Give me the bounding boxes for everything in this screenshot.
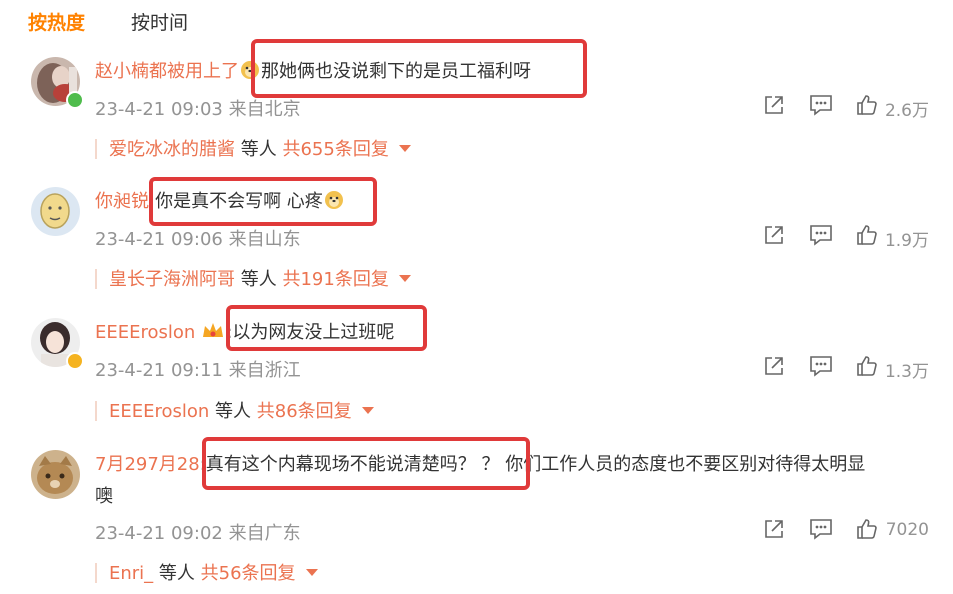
like-icon[interactable]: [856, 518, 878, 544]
comment-location: 来自浙江: [228, 360, 301, 381]
like-count: 1.9万: [884, 231, 929, 251]
reply-count-link[interactable]: 共56条回复: [201, 563, 296, 584]
comment-text-continued: 你们工作人员的态度也不要区别对待得太明显: [499, 454, 866, 475]
comment-time: 23-4-21 09:11: [95, 360, 223, 381]
comment-actions: 1.3万: [753, 355, 953, 382]
like-icon[interactable]: [856, 355, 878, 381]
sort-tabs: 按热度 按时间: [28, 6, 188, 36]
reply-divider: [95, 269, 97, 289]
comment-location: 来自山东: [228, 229, 301, 250]
comment-time: 23-4-21 09:06: [95, 229, 223, 250]
comment-text: 真有这个内幕现场不能说清楚吗？ ？: [205, 454, 500, 475]
comment-icon[interactable]: [809, 224, 833, 250]
comment-meta: 23-4-21 09:11 来自浙江: [95, 356, 301, 382]
comment-text: 以为网友没上过班呢: [232, 322, 395, 343]
comment-time: 23-4-21 09:02: [95, 523, 223, 544]
comment-username[interactable]: 赵小楠都被用上了: [95, 61, 239, 82]
like-count: 2.6万: [884, 101, 929, 121]
verified-badge-icon: [66, 91, 84, 109]
comment-username[interactable]: 你昶锐: [95, 191, 149, 212]
comment-text-line2: 噢: [95, 486, 113, 507]
reply-divider: [95, 563, 97, 583]
share-icon[interactable]: [763, 518, 785, 544]
comment-actions: 1.9万: [753, 224, 953, 251]
reply-username[interactable]: 爱吃冰冰的腊酱: [109, 139, 235, 160]
avatar[interactable]: [31, 450, 80, 499]
chevron-down-icon[interactable]: [361, 407, 374, 414]
doge-emoji-icon: [324, 190, 344, 219]
tab-sort-by-time[interactable]: 按时间: [131, 8, 188, 35]
comment-icon[interactable]: [809, 518, 833, 544]
like-count: 1.3万: [884, 362, 929, 382]
comment-icon[interactable]: [809, 94, 833, 120]
comment-text: 你是真不会写啊 心疼: [155, 191, 323, 212]
reply-mid-label: 等人: [240, 139, 277, 160]
comment-meta: 23-4-21 09:06 来自山东: [95, 225, 301, 251]
reply-username[interactable]: 皇长子海洲阿哥: [109, 269, 235, 290]
share-icon[interactable]: [763, 355, 785, 381]
chevron-down-icon[interactable]: [398, 275, 411, 282]
share-icon[interactable]: [763, 224, 785, 250]
reply-username[interactable]: Enri_: [109, 563, 153, 584]
reply-divider: [95, 139, 97, 159]
comment-meta: 23-4-21 09:03 来自北京: [95, 95, 301, 121]
avatar[interactable]: [31, 187, 80, 236]
comment-text: 那她俩也没说剩下的是员工福利呀: [261, 61, 531, 82]
comment-time: 23-4-21 09:03: [95, 99, 223, 120]
reply-mid-label: 等人: [215, 401, 252, 422]
tab-sort-by-hot[interactable]: 按热度: [28, 8, 85, 35]
reply-mid-label: 等人: [158, 563, 195, 584]
doge-emoji-icon: [240, 60, 260, 89]
reply-username[interactable]: EEEEroslon: [109, 401, 209, 422]
comment-username[interactable]: EEEEroslon: [95, 322, 195, 343]
crown-badge-icon: [201, 321, 225, 350]
like-count: 7020: [885, 520, 929, 540]
reply-count-link[interactable]: 共86条回复: [257, 401, 352, 422]
like-icon[interactable]: [856, 94, 878, 120]
share-icon[interactable]: [763, 94, 785, 120]
chevron-down-icon[interactable]: [398, 145, 411, 152]
comment-meta: 23-4-21 09:02 来自广东: [95, 519, 301, 545]
comment-actions: 7020: [753, 518, 953, 544]
like-icon[interactable]: [856, 224, 878, 250]
comment-username[interactable]: 7月297月28: [95, 454, 200, 475]
comment-icon[interactable]: [809, 355, 833, 381]
chevron-down-icon[interactable]: [305, 569, 318, 576]
reply-mid-label: 等人: [240, 269, 277, 290]
comment-location: 来自北京: [228, 99, 301, 120]
comment-location: 来自广东: [228, 523, 301, 544]
reply-count-link[interactable]: 共655条回复: [282, 139, 388, 160]
reply-divider: [95, 401, 97, 421]
comment-actions: 2.6万: [753, 94, 953, 121]
reply-count-link[interactable]: 共191条回复: [282, 269, 388, 290]
verified-badge-icon: [66, 352, 84, 370]
